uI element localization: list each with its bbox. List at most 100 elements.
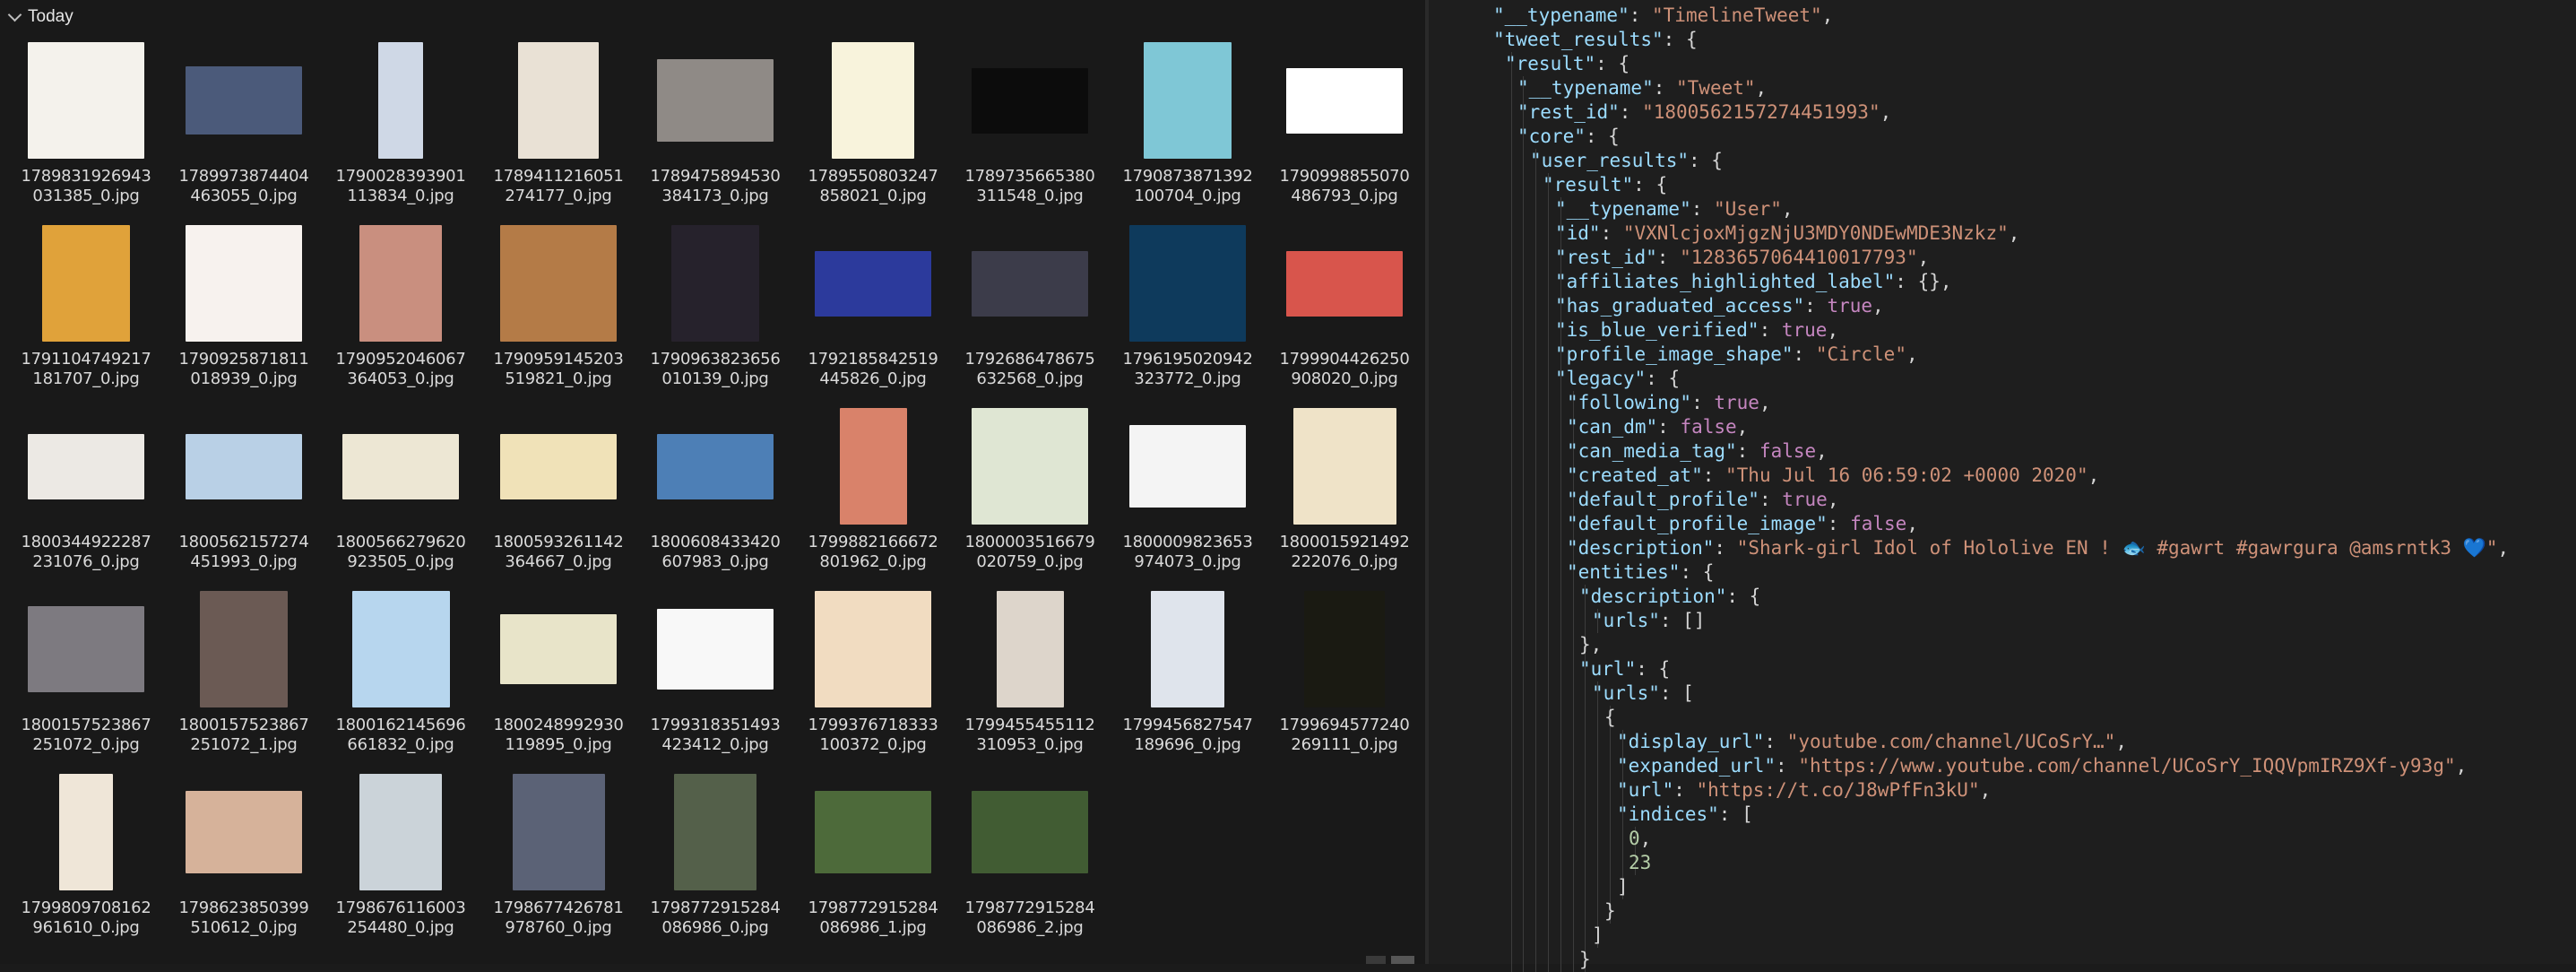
file-tile[interactable]: 1792185842519 445826_0.jpg bbox=[803, 222, 943, 407]
file-tile[interactable]: 1796195020942 323772_0.jpg bbox=[1118, 222, 1258, 407]
image-thumbnail[interactable] bbox=[359, 225, 442, 342]
file-name[interactable]: 1792185842519 445826_0.jpg bbox=[803, 350, 943, 389]
code-line[interactable]: "url": "https://t.co/J8wPfFn3kU", bbox=[1617, 778, 1991, 803]
thumbnail-frame[interactable] bbox=[488, 405, 628, 527]
file-tile[interactable]: 1799882166672 801962_0.jpg bbox=[803, 405, 943, 590]
image-thumbnail[interactable] bbox=[500, 433, 617, 499]
file-tile[interactable]: 1791104749217 181707_0.jpg bbox=[16, 222, 156, 407]
file-tile[interactable]: 1790925871811 018939_0.jpg bbox=[174, 222, 314, 407]
image-thumbnail[interactable] bbox=[28, 433, 144, 499]
image-thumbnail[interactable] bbox=[839, 408, 907, 525]
thumbnail-frame[interactable] bbox=[645, 39, 785, 161]
image-thumbnail[interactable] bbox=[832, 42, 914, 159]
thumbnail-frame[interactable] bbox=[331, 405, 471, 527]
file-name[interactable]: 1799456827547 189696_0.jpg bbox=[1118, 716, 1258, 755]
file-name[interactable]: 1799904426250 908020_0.jpg bbox=[1275, 350, 1414, 389]
file-name[interactable]: 1800566279620 923505_0.jpg bbox=[331, 533, 471, 572]
file-tile[interactable]: 1800009823653 974073_0.jpg bbox=[1118, 405, 1258, 590]
image-thumbnail[interactable] bbox=[512, 774, 605, 890]
thumbnail-frame[interactable] bbox=[803, 771, 943, 893]
file-name[interactable]: 1789475894530 384173_0.jpg bbox=[645, 167, 785, 206]
thumbnail-frame[interactable] bbox=[1275, 405, 1414, 527]
file-tile[interactable]: 1800157523867 251072_0.jpg bbox=[16, 588, 156, 773]
thumbnail-frame[interactable] bbox=[645, 405, 785, 527]
file-tile[interactable]: 1789831926943 031385_0.jpg bbox=[16, 39, 156, 224]
image-thumbnail[interactable] bbox=[351, 591, 450, 707]
file-name[interactable]: 1798772915284 086986_0.jpg bbox=[645, 898, 785, 938]
code-line[interactable]: "default_profile": true, bbox=[1567, 488, 1838, 512]
code-line[interactable]: "indices": [ bbox=[1617, 803, 1753, 827]
file-tile[interactable]: 1800015921492 222076_0.jpg bbox=[1275, 405, 1414, 590]
code-line[interactable]: } bbox=[1604, 899, 1616, 924]
file-tile[interactable]: 1798677426781 978760_0.jpg bbox=[488, 771, 628, 956]
image-thumbnail[interactable] bbox=[815, 591, 931, 707]
image-thumbnail[interactable] bbox=[1286, 67, 1403, 134]
thumbnail-frame[interactable] bbox=[803, 222, 943, 344]
thumbnail-frame[interactable] bbox=[645, 588, 785, 710]
code-line[interactable]: "__typename": "Tweet", bbox=[1517, 76, 1767, 100]
image-thumbnail[interactable] bbox=[500, 614, 617, 684]
image-thumbnail[interactable] bbox=[671, 225, 759, 342]
file-name[interactable]: 1789735665380 311548_0.jpg bbox=[960, 167, 1100, 206]
code-line[interactable]: "is_blue_verified": true, bbox=[1555, 318, 1838, 343]
file-name[interactable]: 1799318351493 423412_0.jpg bbox=[645, 716, 785, 755]
code-line[interactable]: "description": "Shark-girl Idol of Holol… bbox=[1567, 536, 2509, 560]
file-name[interactable]: 1799376718333 100372_0.jpg bbox=[803, 716, 943, 755]
file-tile[interactable]: 1798676116003 254480_0.jpg bbox=[331, 771, 471, 956]
file-name[interactable]: 1790873871392 100704_0.jpg bbox=[1118, 167, 1258, 206]
thumbnail-frame[interactable] bbox=[331, 771, 471, 893]
file-name[interactable]: 1800593261142 364667_0.jpg bbox=[488, 533, 628, 572]
file-name[interactable]: 1789411216051 274177_0.jpg bbox=[488, 167, 628, 206]
file-name[interactable]: 1800248992930 119895_0.jpg bbox=[488, 716, 628, 755]
thumbnail-frame[interactable] bbox=[960, 222, 1100, 344]
file-name[interactable]: 1798772915284 086986_2.jpg bbox=[960, 898, 1100, 938]
file-name[interactable]: 1799882166672 801962_0.jpg bbox=[803, 533, 943, 572]
thumbnail-frame[interactable] bbox=[1118, 405, 1258, 527]
code-line[interactable]: "default_profile_image": false, bbox=[1567, 512, 1918, 536]
code-line[interactable]: "display_url": "youtube.com/channel/UCoS… bbox=[1617, 730, 2127, 754]
code-line[interactable]: "result": { bbox=[1543, 173, 1667, 197]
thumbnail-frame[interactable] bbox=[488, 771, 628, 893]
file-name[interactable]: 1798772915284 086986_1.jpg bbox=[803, 898, 943, 938]
file-tile[interactable]: 1790952046067 364053_0.jpg bbox=[331, 222, 471, 407]
image-thumbnail[interactable] bbox=[378, 42, 423, 159]
thumbnail-frame[interactable] bbox=[331, 222, 471, 344]
file-tile[interactable]: 1800608433420 607983_0.jpg bbox=[645, 405, 785, 590]
file-tile[interactable]: 1800248992930 119895_0.jpg bbox=[488, 588, 628, 773]
thumbnail-frame[interactable] bbox=[1118, 588, 1258, 710]
file-name[interactable]: 1789831926943 031385_0.jpg bbox=[16, 167, 156, 206]
image-thumbnail[interactable] bbox=[815, 250, 931, 317]
thumbnail-frame[interactable] bbox=[1118, 222, 1258, 344]
file-name[interactable]: 1799455455112 310953_0.jpg bbox=[960, 716, 1100, 755]
thumbnail-frame[interactable] bbox=[16, 771, 156, 893]
file-tile[interactable]: 1800566279620 923505_0.jpg bbox=[331, 405, 471, 590]
file-name[interactable]: 1791104749217 181707_0.jpg bbox=[16, 350, 156, 389]
thumbnail-frame[interactable] bbox=[174, 405, 314, 527]
image-thumbnail[interactable] bbox=[972, 791, 1088, 873]
code-line[interactable]: "rest_id": "1283657064410017793", bbox=[1555, 246, 1929, 270]
thumbnail-frame[interactable] bbox=[331, 39, 471, 161]
image-thumbnail[interactable] bbox=[186, 225, 302, 342]
file-name[interactable]: 1800562157274 451993_0.jpg bbox=[174, 533, 314, 572]
code-line[interactable]: "has_graduated_access": true, bbox=[1555, 294, 1884, 318]
code-line[interactable]: "entities": { bbox=[1567, 560, 1714, 585]
image-thumbnail[interactable] bbox=[1286, 250, 1403, 317]
scrollbar-track[interactable] bbox=[1366, 956, 1386, 964]
file-tile[interactable]: 1799694577240 269111_0.jpg bbox=[1275, 588, 1414, 773]
image-thumbnail[interactable] bbox=[657, 59, 774, 142]
file-tile[interactable]: 1799456827547 189696_0.jpg bbox=[1118, 588, 1258, 773]
thumbnail-frame[interactable] bbox=[174, 39, 314, 161]
thumbnail-frame[interactable] bbox=[1275, 588, 1414, 710]
code-line[interactable]: "url": { bbox=[1579, 657, 1670, 681]
image-thumbnail[interactable] bbox=[186, 433, 302, 499]
file-tile[interactable]: 1792686478675 632568_0.jpg bbox=[960, 222, 1100, 407]
image-thumbnail[interactable] bbox=[996, 591, 1064, 707]
file-name[interactable]: 1790952046067 364053_0.jpg bbox=[331, 350, 471, 389]
image-thumbnail[interactable] bbox=[1129, 225, 1246, 342]
thumbnail-frame[interactable] bbox=[645, 222, 785, 344]
image-thumbnail[interactable] bbox=[657, 433, 774, 499]
file-tile[interactable]: 1799904426250 908020_0.jpg bbox=[1275, 222, 1414, 407]
file-tile[interactable]: 1798623850399 510612_0.jpg bbox=[174, 771, 314, 956]
thumbnail-frame[interactable] bbox=[960, 771, 1100, 893]
code-line[interactable]: ] bbox=[1617, 875, 1629, 899]
